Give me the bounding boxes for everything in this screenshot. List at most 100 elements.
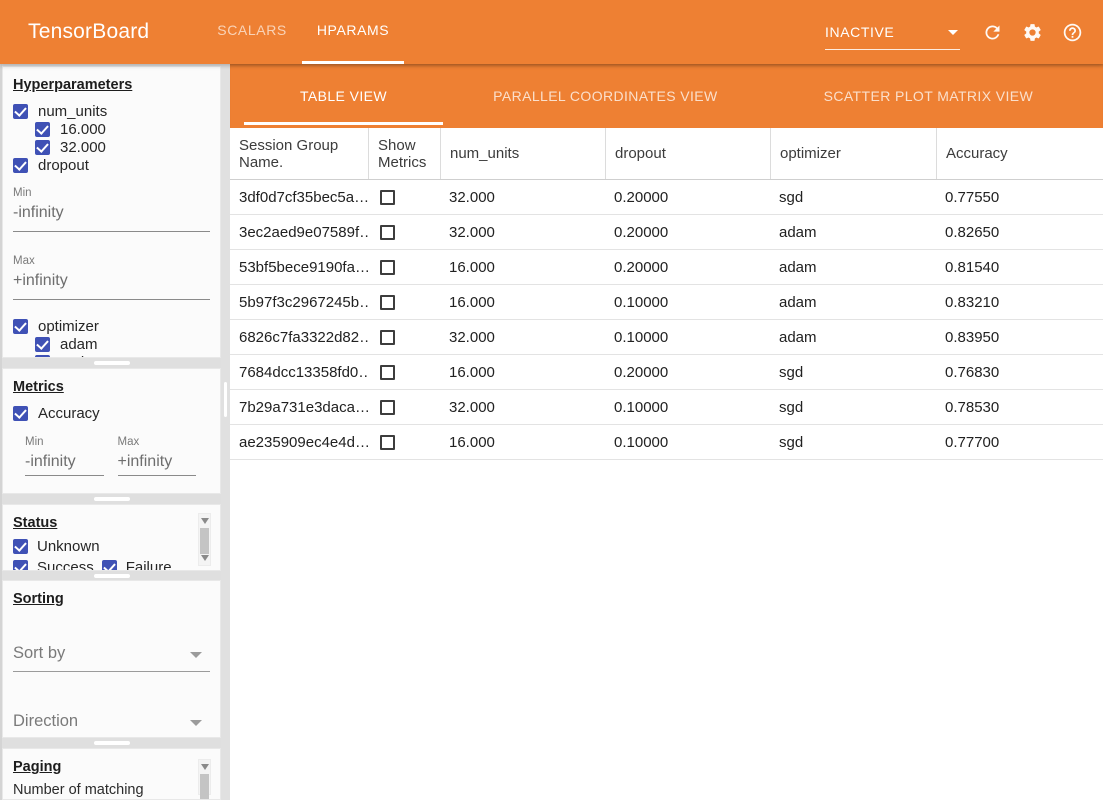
tab-parallel-coordinates-view[interactable]: PARALLEL COORDINATES VIEW bbox=[457, 64, 754, 128]
show-metrics-checkbox[interactable] bbox=[380, 295, 395, 310]
column-header-session-group-name[interactable]: Session Group Name. bbox=[230, 128, 368, 179]
accuracy-cell: 0.77550 bbox=[936, 180, 1103, 214]
adam-checkbox[interactable] bbox=[35, 337, 50, 352]
show-metrics-checkbox[interactable] bbox=[380, 190, 395, 205]
resize-grip[interactable] bbox=[94, 741, 130, 745]
paging-scrollbar[interactable] bbox=[198, 759, 211, 795]
metric-accuracy-row: Accuracy bbox=[13, 404, 210, 422]
table-header-row: Session Group Name. Show Metrics num_uni… bbox=[230, 128, 1103, 180]
success-checkbox[interactable] bbox=[13, 560, 28, 572]
resize-grip[interactable] bbox=[94, 361, 130, 365]
max-input[interactable]: +infinity bbox=[118, 453, 197, 476]
status-heading: Status bbox=[13, 515, 210, 531]
scroll-up-icon[interactable] bbox=[201, 764, 209, 770]
dropout-max-field: Max +infinity bbox=[13, 255, 210, 300]
max-input[interactable]: +infinity bbox=[13, 272, 210, 300]
hparam-value-row: adam bbox=[35, 335, 210, 353]
show-metrics-cell bbox=[368, 390, 440, 424]
top-app-bar: TensorBoard SCALARS HPARAMS INACTIVE bbox=[0, 0, 1103, 64]
session-group-name-cell: 53bf5bece9190fa… bbox=[230, 250, 368, 284]
show-metrics-checkbox[interactable] bbox=[380, 365, 395, 380]
scrollbar-thumb[interactable] bbox=[200, 774, 209, 800]
failure-checkbox[interactable] bbox=[102, 560, 117, 572]
session-group-name-cell: 7684dcc13358fd0… bbox=[230, 355, 368, 389]
caret-down-icon bbox=[190, 720, 202, 726]
table-row: 5b97f3c2967245b… 16.000 0.10000 adam 0.8… bbox=[230, 285, 1103, 320]
run-status-dropdown[interactable]: INACTIVE bbox=[825, 24, 960, 50]
column-header-show-metrics[interactable]: Show Metrics bbox=[368, 128, 440, 179]
accuracy-cell: 0.76830 bbox=[936, 355, 1103, 389]
session-group-name-cell: 5b97f3c2967245b… bbox=[230, 285, 368, 319]
num-units-cell: 32.000 bbox=[440, 390, 605, 424]
gear-icon[interactable] bbox=[1022, 22, 1043, 43]
sidebar-splitter[interactable] bbox=[221, 64, 230, 800]
value-16-checkbox[interactable] bbox=[35, 122, 50, 137]
resize-grip[interactable] bbox=[94, 574, 130, 578]
column-header-dropout[interactable]: dropout bbox=[605, 128, 770, 179]
accuracy-checkbox[interactable] bbox=[13, 406, 28, 421]
hparam-value-row: sgd bbox=[35, 353, 210, 358]
dropout-label: dropout bbox=[38, 157, 89, 174]
column-header-num-units[interactable]: num_units bbox=[440, 128, 605, 179]
direction-value: Direction bbox=[13, 712, 78, 730]
show-metrics-checkbox[interactable] bbox=[380, 260, 395, 275]
refresh-icon[interactable] bbox=[982, 22, 1003, 43]
view-tabs: TABLE VIEW PARALLEL COORDINATES VIEW SCA… bbox=[230, 64, 1103, 128]
status-scrollbar[interactable] bbox=[198, 513, 211, 566]
sort-by-value: Sort by bbox=[13, 644, 65, 662]
num-units-cell: 16.000 bbox=[440, 250, 605, 284]
tab-hparams[interactable]: HPARAMS bbox=[302, 0, 404, 64]
hyperparameters-section: Hyperparameters num_units 16.000 32.000 … bbox=[2, 66, 221, 358]
accuracy-cell: 0.81540 bbox=[936, 250, 1103, 284]
scroll-down-icon[interactable] bbox=[201, 555, 209, 561]
show-metrics-checkbox[interactable] bbox=[380, 330, 395, 345]
show-metrics-cell bbox=[368, 285, 440, 319]
min-input[interactable]: -infinity bbox=[13, 204, 210, 232]
accuracy-cell: 0.77700 bbox=[936, 425, 1103, 459]
optimizer-cell: adam bbox=[770, 320, 936, 354]
section-divider bbox=[2, 494, 221, 504]
scrollbar-thumb[interactable] bbox=[200, 528, 209, 554]
sort-by-dropdown[interactable]: Sort by bbox=[13, 644, 210, 672]
toolbar-actions: INACTIVE bbox=[825, 0, 1083, 64]
tab-table-view[interactable]: TABLE VIEW bbox=[230, 64, 457, 128]
metrics-heading: Metrics bbox=[13, 379, 210, 395]
metrics-section: Metrics Accuracy Min -infinity Max +infi… bbox=[2, 368, 221, 494]
value-32-label: 32.000 bbox=[60, 139, 106, 156]
column-header-accuracy[interactable]: Accuracy bbox=[936, 128, 1103, 179]
accuracy-max-field: Max +infinity bbox=[118, 436, 197, 476]
status-options: Unknown Success Failure Running bbox=[13, 537, 195, 571]
accuracy-label: Accuracy bbox=[38, 405, 100, 422]
session-group-name-cell: ae235909ec4e4d… bbox=[230, 425, 368, 459]
optimizer-cell: sgd bbox=[770, 355, 936, 389]
status-option: Failure bbox=[102, 558, 172, 571]
num-units-cell: 16.000 bbox=[440, 425, 605, 459]
hparam-num-units-row: num_units bbox=[13, 102, 210, 120]
min-input[interactable]: -infinity bbox=[25, 453, 104, 476]
tab-scatter-plot-matrix-view[interactable]: SCATTER PLOT MATRIX VIEW bbox=[754, 64, 1103, 128]
tab-scalars[interactable]: SCALARS bbox=[202, 0, 302, 64]
table-row: 53bf5bece9190fa… 16.000 0.20000 adam 0.8… bbox=[230, 250, 1103, 285]
help-icon[interactable] bbox=[1062, 22, 1083, 43]
dropout-checkbox[interactable] bbox=[13, 158, 28, 173]
hparam-optimizer-row: optimizer bbox=[13, 317, 210, 335]
direction-dropdown[interactable]: Direction bbox=[13, 712, 210, 738]
num-units-checkbox[interactable] bbox=[13, 104, 28, 119]
sgd-checkbox[interactable] bbox=[35, 355, 50, 359]
hyperparameters-heading: Hyperparameters bbox=[13, 77, 210, 93]
resize-grip[interactable] bbox=[94, 497, 130, 501]
show-metrics-checkbox[interactable] bbox=[380, 400, 395, 415]
show-metrics-cell bbox=[368, 180, 440, 214]
accuracy-cell: 0.82650 bbox=[936, 215, 1103, 249]
unknown-checkbox[interactable] bbox=[13, 539, 28, 554]
scroll-up-icon[interactable] bbox=[201, 518, 209, 524]
show-metrics-checkbox[interactable] bbox=[380, 225, 395, 240]
show-metrics-checkbox[interactable] bbox=[380, 435, 395, 450]
column-header-optimizer[interactable]: optimizer bbox=[770, 128, 936, 179]
value-32-checkbox[interactable] bbox=[35, 140, 50, 155]
splitter-grip[interactable] bbox=[224, 382, 227, 417]
optimizer-checkbox[interactable] bbox=[13, 319, 28, 334]
table-row: 7684dcc13358fd0… 16.000 0.20000 sgd 0.76… bbox=[230, 355, 1103, 390]
hparam-dropout-row: dropout bbox=[13, 156, 210, 174]
dropout-cell: 0.10000 bbox=[605, 285, 770, 319]
